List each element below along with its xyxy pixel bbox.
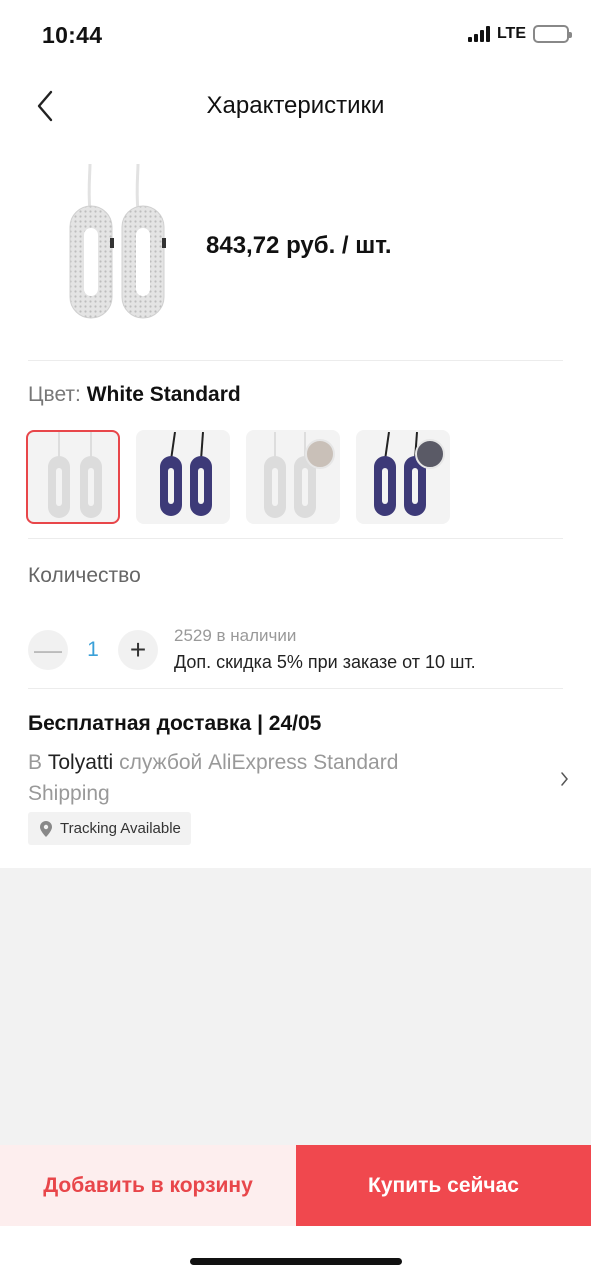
swatch-image [160,432,212,516]
divider [28,360,563,361]
quantity-value[interactable]: 1 [68,638,118,662]
battery-icon: ⚡ [533,25,572,43]
product-summary: 843,72 руб. / шт. [0,160,591,360]
chevron-right-icon[interactable] [558,770,570,788]
accessory-badge [305,439,335,469]
signal-icon [467,26,490,42]
color-selected-value: White Standard [86,383,241,406]
bulk-discount-note: Доп. скидка 5% при заказе от 10 шт. [174,652,476,672]
decrement-button[interactable]: — [28,630,68,670]
color-options [26,430,450,524]
increment-button[interactable]: + [118,630,158,670]
network-label: LTE [496,25,526,42]
stock-count: 2529 в наличии [174,626,297,645]
accessory-badge [415,439,445,469]
nav-header: Характеристики [0,72,591,138]
location-pin-icon [40,820,52,837]
color-label-text: Цвет: [28,383,81,406]
add-to-cart-button[interactable]: Добавить в корзину [0,1145,296,1226]
home-indicator[interactable] [190,1258,402,1265]
status-icons: LTE ⚡ [467,25,572,43]
quantity-stepper: — 1 + [28,630,158,670]
shipping-title: Бесплатная доставка | 24/05 [28,712,322,735]
shipping-description[interactable]: В Tolyatti службой AliExpress Standard S… [28,747,478,809]
shipping-city: Tolyatti [47,751,114,774]
quantity-label: Количество [28,564,141,587]
product-image [69,164,166,319]
product-price: 843,72 руб. / шт. [206,232,392,259]
status-time: 10:44 [42,22,103,48]
content-background [0,868,591,1145]
color-option-white-with-accessory[interactable] [246,430,340,524]
buy-now-button[interactable]: Купить сейчас [296,1145,591,1226]
color-option-white-standard[interactable] [26,430,120,524]
color-option-navy-with-accessory[interactable] [356,430,450,524]
page-title: Характеристики [206,92,385,119]
divider [28,538,563,539]
divider [28,688,563,689]
color-label: Цвет: White Standard [28,383,241,407]
shipping-prefix: В [28,751,43,774]
swatch-image [48,432,102,518]
tracking-badge: Tracking Available [28,812,191,845]
status-bar: 10:44 LTE ⚡ [0,0,591,72]
color-option-navy[interactable] [136,430,230,524]
bottom-action-bar: Добавить в корзину Купить сейчас [0,1145,591,1280]
tracking-label: Tracking Available [60,820,181,837]
